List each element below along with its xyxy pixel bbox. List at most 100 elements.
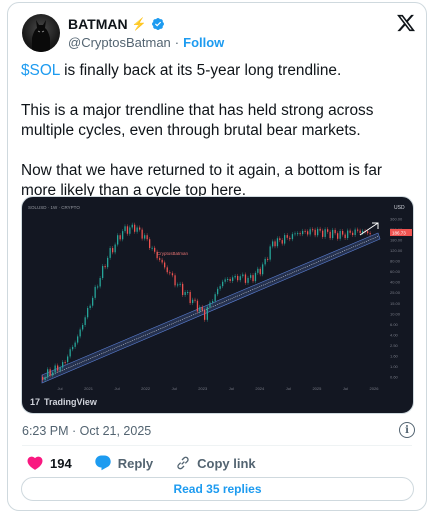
candle — [222, 281, 224, 287]
candle — [327, 229, 329, 232]
follow-button[interactable]: Follow — [183, 35, 224, 50]
candle — [151, 247, 153, 249]
candle — [114, 244, 116, 253]
candle — [227, 278, 229, 280]
candle — [369, 233, 371, 235]
x-tick-label: Jul — [229, 386, 234, 391]
x-tick-label: 2021 — [84, 386, 94, 391]
candle — [107, 257, 109, 268]
candle — [267, 258, 269, 260]
candle — [164, 262, 166, 268]
like-button[interactable]: 194 — [26, 454, 72, 472]
candle — [44, 377, 46, 380]
candle — [309, 229, 311, 235]
candle — [219, 286, 221, 289]
watermark-text: CryptosBatman — [157, 251, 189, 256]
candle — [254, 272, 257, 282]
candle — [134, 224, 136, 232]
candle — [154, 247, 156, 252]
candle — [209, 302, 211, 308]
y-tick-label: 60.00 — [390, 269, 401, 274]
candle — [129, 227, 131, 234]
timestamp[interactable]: 6:23 PM · Oct 21, 2025 — [22, 424, 151, 438]
candle — [322, 230, 324, 237]
currency-label: USD — [394, 205, 405, 211]
candle — [367, 231, 369, 234]
cashtag-link[interactable]: $SOL — [21, 62, 60, 79]
reply-bubble-icon — [95, 455, 111, 471]
candle — [244, 274, 247, 283]
candle — [179, 283, 181, 285]
candle — [339, 230, 341, 239]
candle — [264, 258, 266, 265]
y-tick-label: 10.00 — [390, 311, 401, 316]
x-logo-icon[interactable] — [396, 13, 416, 33]
candle — [149, 239, 151, 249]
y-tick-label: 120.00 — [390, 248, 403, 253]
y-tick-label: 1.60 — [390, 353, 399, 358]
candle — [117, 235, 119, 245]
y-tick-label: 0.60 — [390, 375, 399, 380]
x-tick-label: Jul — [286, 386, 291, 391]
tweet-line1-text: is finally back at its 5-year long trend… — [59, 62, 342, 79]
info-icon[interactable]: i — [399, 422, 415, 438]
candle — [217, 288, 219, 295]
candle — [47, 369, 49, 378]
y-tick-label: 80.00 — [390, 259, 401, 264]
channel-band — [41, 232, 381, 384]
lightning-icon: ⚡ — [131, 17, 147, 31]
candle — [124, 226, 126, 232]
y-tick-label: 4.00 — [390, 332, 399, 337]
read-replies-button[interactable]: Read 35 replies — [21, 477, 414, 501]
candle — [314, 229, 316, 236]
candle — [304, 230, 306, 232]
candle — [297, 233, 299, 235]
candle — [92, 297, 94, 306]
divider — [22, 445, 412, 446]
candle — [54, 365, 56, 373]
candle — [187, 291, 189, 293]
candle — [337, 233, 339, 239]
candle — [49, 369, 51, 376]
author-name[interactable]: BATMAN — [68, 16, 128, 32]
y-tick-label: 25.00 — [390, 290, 401, 295]
candle — [201, 306, 203, 311]
avatar[interactable] — [22, 14, 60, 52]
candle — [189, 291, 191, 304]
copy-link-button[interactable]: Copy link — [175, 455, 256, 471]
candle — [344, 234, 346, 239]
candle — [196, 300, 199, 312]
action-bar: 194 Reply Copy link — [26, 454, 256, 472]
reply-button[interactable]: Reply — [94, 454, 153, 472]
chart-image[interactable]: SOLUSD · 1W · CRYPTO USD 360.00250.00180… — [21, 196, 414, 414]
candle — [276, 238, 279, 247]
x-tick-label: Jul — [115, 386, 120, 391]
candle — [319, 228, 321, 231]
candle — [72, 346, 74, 350]
candle — [334, 229, 336, 234]
batman-avatar-icon — [32, 20, 50, 52]
candle — [64, 362, 66, 364]
candle — [224, 279, 226, 282]
candle — [307, 231, 309, 235]
candle — [262, 264, 264, 275]
candle — [166, 267, 168, 273]
candle — [212, 301, 214, 303]
candle — [204, 310, 206, 320]
tweet-card: BATMAN ⚡ @CryptosBatman · Follow $SOL is… — [7, 2, 427, 511]
candle — [279, 238, 281, 241]
author-handle[interactable]: @CryptosBatman — [68, 35, 171, 50]
y-tick-label: 360.00 — [390, 217, 403, 222]
candle — [347, 230, 349, 239]
candle — [312, 229, 314, 231]
candle — [184, 292, 186, 295]
candle — [352, 232, 354, 236]
candle — [94, 286, 96, 298]
candle — [67, 356, 69, 363]
tradingview-logo-icon: 17 — [30, 397, 41, 407]
candle — [272, 241, 274, 247]
candle — [52, 372, 54, 376]
candle — [122, 231, 124, 240]
reply-label: Reply — [117, 455, 154, 471]
chart-header-text: SOLUSD · 1W · CRYPTO — [28, 205, 80, 210]
